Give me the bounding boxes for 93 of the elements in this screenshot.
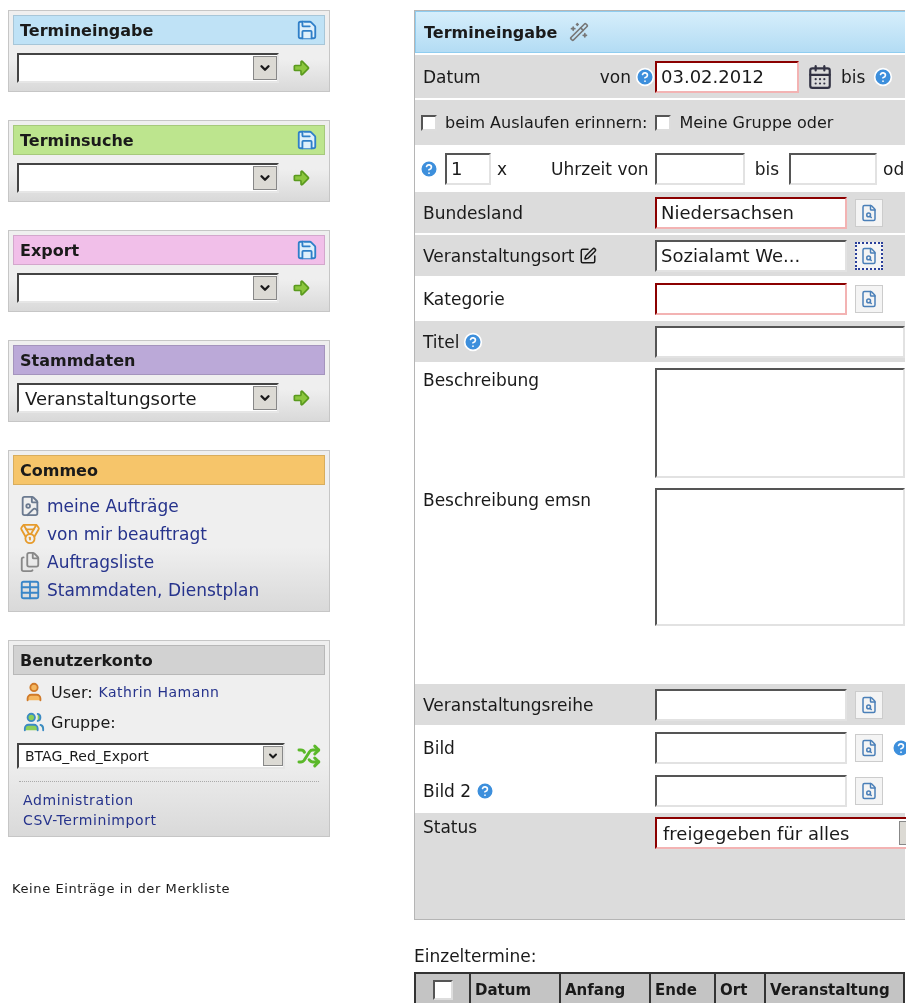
empty-notice: Keine Einträge in der Merkliste (12, 881, 232, 896)
lookup-search-button[interactable] (855, 241, 883, 270)
sidebar-link[interactable]: Auftragsliste (47, 552, 155, 572)
edit-icon[interactable] (578, 246, 597, 265)
lookup-input[interactable] (655, 688, 847, 721)
field-label: Bundesland (423, 202, 524, 223)
switch-icon[interactable] (297, 744, 321, 768)
textarea-field[interactable] (655, 488, 905, 626)
table-header-cell: Ort (716, 974, 766, 1003)
panel-title: Commeo (20, 460, 98, 480)
dropdown[interactable] (17, 53, 279, 83)
help-icon[interactable] (891, 737, 906, 758)
section-title: Einzeltermine: (414, 946, 538, 966)
panel-title: Termineingabe (20, 20, 154, 40)
time-from-input[interactable] (654, 152, 745, 185)
field-label: Status (422, 816, 479, 837)
status-dropdown[interactable]: freigegeben für alles (655, 817, 906, 849)
field-label: Kategorie (423, 288, 505, 309)
textarea-field[interactable] (655, 368, 905, 478)
save-icon[interactable] (296, 129, 318, 151)
from-label: von (599, 66, 631, 87)
times-label: x (497, 158, 509, 179)
table-header-cell: Anfang (561, 974, 651, 1003)
wand-icon[interactable] (569, 22, 590, 42)
link-icon (19, 495, 41, 517)
go-arrow-icon[interactable] (291, 168, 311, 188)
table-header-cell: Veranstaltung (766, 974, 905, 1003)
account-link[interactable]: Administration (23, 790, 315, 810)
lookup-input[interactable]: Niedersachsen (655, 196, 847, 229)
checkbox[interactable] (421, 114, 437, 131)
help-icon[interactable] (463, 331, 484, 352)
magnifier-icon[interactable] (860, 289, 878, 308)
field-label: Veranstaltungsort (423, 245, 575, 266)
time-from-label: Uhrzeit von (551, 158, 649, 179)
help-icon[interactable] (419, 158, 439, 179)
magnifier-icon[interactable] (860, 738, 878, 757)
checkbox[interactable] (655, 114, 672, 131)
select-all-checkbox[interactable] (432, 980, 453, 1000)
go-arrow-icon[interactable] (291, 278, 311, 298)
field-label: Datum (423, 66, 482, 87)
field-label: Bild (423, 737, 455, 758)
text-input[interactable] (655, 325, 905, 358)
sidebar-link[interactable]: meine Aufträge (47, 496, 179, 516)
checkbox-label: Meine Gruppe oder (679, 113, 834, 132)
go-arrow-icon[interactable] (291, 58, 311, 78)
time-to-input[interactable] (789, 152, 877, 185)
form-title: Termineingabe (424, 22, 558, 42)
to-label: bis (841, 66, 866, 87)
link-icon (19, 523, 41, 545)
group-label: Gruppe: (51, 712, 116, 732)
sidebar-link[interactable]: von mir beauftragt (47, 524, 207, 544)
sidebar-link[interactable]: Stammdaten, Dienstplan (47, 580, 260, 600)
dropdown[interactable] (17, 273, 279, 303)
help-icon[interactable] (635, 66, 655, 87)
field-label: Beschreibung (422, 369, 541, 390)
field-label: Titel (423, 331, 460, 352)
lookup-input[interactable] (655, 282, 847, 315)
lookup-input[interactable] (655, 731, 847, 764)
panel-title: Stammdaten (20, 350, 136, 370)
link-icon (19, 551, 41, 573)
time-to-label: bis (753, 158, 780, 179)
field-label: Bild 2 (423, 780, 472, 801)
checkbox-label: beim Auslaufen erinnern: (445, 113, 648, 132)
user-label: User: (51, 682, 93, 702)
go-arrow-icon[interactable] (291, 388, 311, 408)
help-icon[interactable] (475, 780, 496, 801)
table-header-cell: Datum (471, 974, 561, 1003)
help-icon[interactable] (873, 66, 894, 87)
table-header-cell: Ende (651, 974, 716, 1003)
magnifier-icon[interactable] (860, 203, 878, 222)
dropdown[interactable] (17, 163, 279, 193)
save-icon[interactable] (296, 239, 318, 261)
dropdown[interactable]: Veranstaltungsorte (17, 383, 279, 413)
group-icon (23, 711, 45, 733)
field-label: Beschreibung emsn (422, 489, 593, 510)
calendar-icon[interactable] (807, 63, 833, 90)
link-icon (19, 579, 41, 601)
count-input[interactable]: 1 (445, 152, 491, 185)
magnifier-icon[interactable] (860, 695, 878, 714)
save-icon[interactable] (296, 19, 318, 41)
lookup-input[interactable]: Sozialamt We... (655, 239, 847, 272)
date-input[interactable]: 03.02.2012 (655, 60, 799, 93)
lookup-input[interactable] (655, 774, 847, 807)
group-dropdown[interactable]: BTAG_Red_Export (17, 743, 286, 769)
trailing-text: od (883, 158, 905, 179)
account-link[interactable]: CSV-Terminimport (23, 810, 315, 830)
panel-title: Export (20, 240, 80, 260)
panel-title: Benutzerkonto (20, 650, 153, 670)
panel-title: Terminsuche (20, 130, 134, 150)
magnifier-icon[interactable] (860, 246, 878, 265)
user-name-link[interactable]: Kathrin Hamann (98, 684, 220, 700)
field-label: Veranstaltungsreihe (423, 694, 594, 715)
magnifier-icon[interactable] (860, 781, 878, 800)
